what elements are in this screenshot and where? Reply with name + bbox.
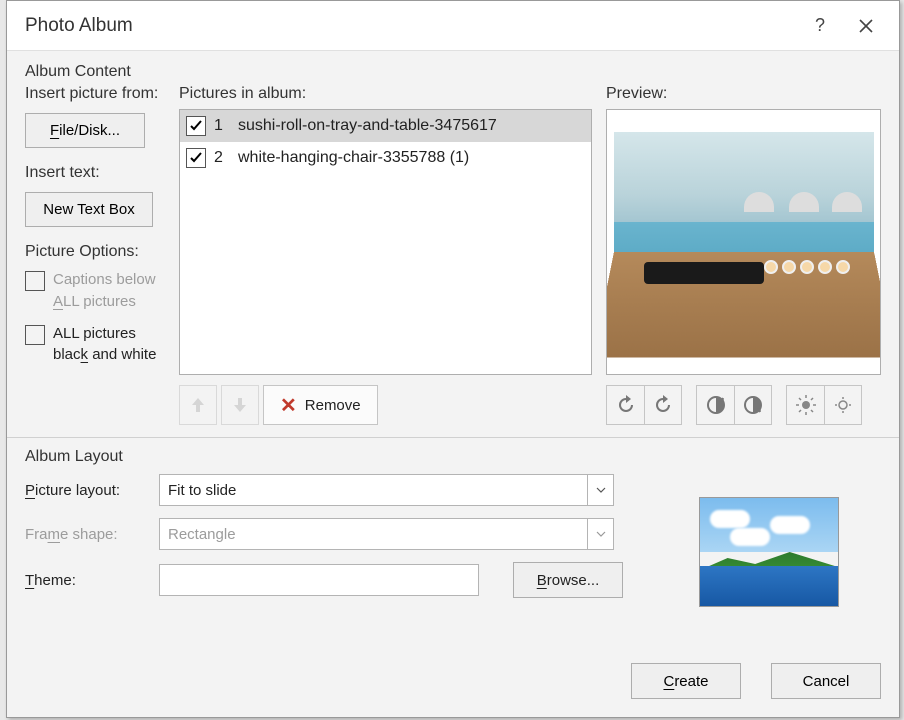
contrast-down-icon — [742, 394, 764, 416]
theme-input[interactable] — [159, 564, 479, 596]
album-content-heading: Album Content — [25, 63, 881, 81]
theme-label: Theme: — [25, 572, 145, 589]
close-icon — [859, 19, 873, 33]
picture-list-item[interactable]: 2 white-hanging-chair-3355788 (1) — [180, 142, 591, 174]
bw-checkbox[interactable] — [25, 325, 45, 345]
bw-option[interactable]: ALL pictures black and white — [25, 323, 165, 367]
captions-label: Captions below ALL pictures — [53, 269, 165, 313]
arrow-down-icon — [231, 395, 249, 415]
arrow-up-icon — [189, 395, 207, 415]
picture-item-checkbox[interactable] — [186, 116, 206, 136]
picture-layout-label: Picture layout: — [25, 482, 145, 499]
pictures-list[interactable]: 1 sushi-roll-on-tray-and-table-3475617 2… — [179, 109, 592, 375]
help-button[interactable]: ? — [797, 3, 843, 49]
cancel-button[interactable]: Cancel — [771, 663, 881, 699]
picture-layout-select[interactable]: Fit to slide — [159, 474, 614, 506]
frame-shape-select: Rectangle — [159, 518, 614, 550]
chevron-down-icon — [587, 519, 613, 549]
rotate-left-button[interactable] — [606, 385, 644, 425]
photo-album-dialog: Photo Album ? Album Content Insert pictu… — [6, 0, 900, 718]
picture-list-item[interactable]: 1 sushi-roll-on-tray-and-table-3475617 — [180, 110, 591, 142]
insert-picture-label: Insert picture from: — [25, 85, 165, 103]
chevron-down-icon — [587, 475, 613, 505]
picture-item-name: white-hanging-chair-3355788 (1) — [238, 149, 585, 167]
new-text-box-button[interactable]: New Text Box — [25, 192, 153, 227]
browse-button[interactable]: Browse... — [513, 562, 623, 598]
rotate-right-button[interactable] — [644, 385, 682, 425]
remove-label: Remove — [305, 397, 361, 414]
brightness-up-button[interactable] — [786, 385, 824, 425]
brightness-down-icon — [832, 394, 854, 416]
picture-item-index: 1 — [214, 117, 230, 135]
picture-item-name: sushi-roll-on-tray-and-table-3475617 — [238, 117, 585, 135]
dialog-content: Album Content Insert picture from: File/… — [7, 51, 899, 717]
file-disk-label-rest: ile/Disk... — [59, 122, 120, 139]
rotate-right-icon — [652, 394, 674, 416]
captions-option: Captions below ALL pictures — [25, 269, 165, 313]
picture-options-label: Picture Options: — [25, 243, 165, 261]
brightness-up-icon — [795, 394, 817, 416]
insert-text-label: Insert text: — [25, 164, 165, 182]
titlebar: Photo Album ? — [7, 1, 899, 51]
frame-shape-label: Frame shape: — [25, 526, 145, 543]
brightness-down-button[interactable] — [824, 385, 862, 425]
remove-button[interactable]: ✕ Remove — [263, 385, 378, 425]
preview-label: Preview: — [606, 85, 881, 103]
bw-label: ALL pictures black and white — [53, 323, 165, 367]
move-down-button[interactable] — [221, 385, 259, 425]
contrast-up-icon — [705, 394, 727, 416]
captions-checkbox — [25, 271, 45, 291]
close-button[interactable] — [843, 3, 889, 49]
album-layout-heading: Album Layout — [25, 448, 881, 466]
help-icon: ? — [815, 15, 825, 36]
layout-preview-thumbnail — [699, 497, 839, 607]
file-disk-button[interactable]: File/Disk... — [25, 113, 145, 148]
pictures-in-album-label: Pictures in album: — [179, 85, 592, 103]
create-button[interactable]: Create — [631, 663, 741, 699]
preview-image — [614, 132, 874, 352]
picture-item-index: 2 — [214, 149, 230, 167]
contrast-up-button[interactable] — [696, 385, 734, 425]
contrast-down-button[interactable] — [734, 385, 772, 425]
preview-pane — [606, 109, 881, 375]
picture-item-checkbox[interactable] — [186, 148, 206, 168]
move-up-button[interactable] — [179, 385, 217, 425]
dialog-title: Photo Album — [25, 15, 797, 37]
rotate-left-icon — [615, 394, 637, 416]
remove-x-icon: ✕ — [280, 393, 297, 418]
